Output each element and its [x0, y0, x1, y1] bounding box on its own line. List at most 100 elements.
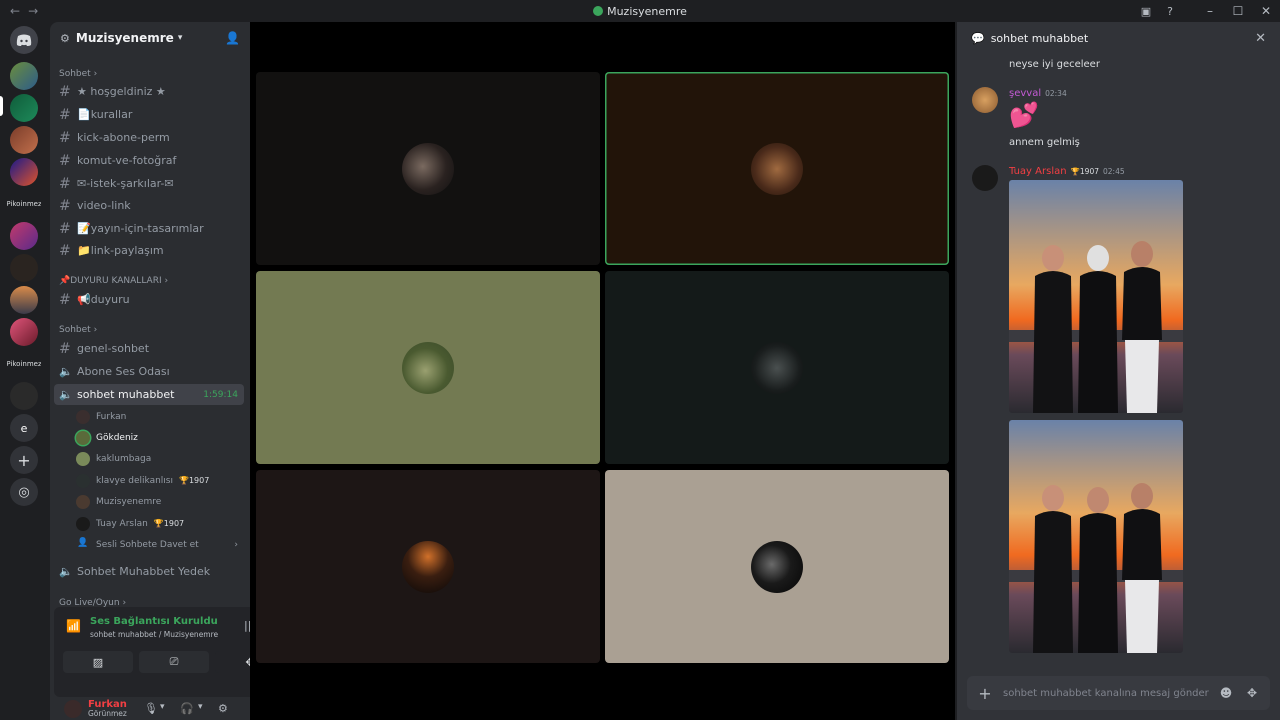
participant-avatar: [751, 142, 803, 195]
category-sohbet-2[interactable]: Sohbet ›: [50, 323, 97, 337]
screen-share-button[interactable]: ⎚: [139, 651, 209, 673]
trophy-badge: 🏆1907: [1070, 167, 1099, 176]
close-window-button[interactable]: ✕: [1252, 4, 1280, 18]
avatar[interactable]: [972, 87, 998, 113]
channel-genel-sohbet[interactable]: # genel-sohbet: [54, 338, 244, 359]
participant-tile[interactable]: [256, 470, 600, 663]
voice-user[interactable]: klavye delikanlısı 🏆1907: [76, 470, 246, 491]
voice-user[interactable]: Muzisyenemre: [76, 491, 246, 512]
camera-button[interactable]: ▨: [63, 651, 133, 673]
channel-link-paylasim[interactable]: # 📁link-paylaşım: [54, 240, 244, 261]
hash-icon: #: [59, 106, 71, 123]
call-timer: 1:59:14: [203, 389, 238, 400]
image-attachment[interactable]: [1009, 420, 1183, 653]
server-icon[interactable]: [10, 382, 38, 410]
headset-icon[interactable]: 🎧: [180, 702, 194, 715]
avatar[interactable]: [972, 165, 998, 191]
chevron-right-icon: ›: [234, 539, 238, 550]
server-name: Muzisyenemre: [75, 31, 174, 45]
avatar: [76, 430, 90, 445]
help-icon[interactable]: ?: [1158, 5, 1182, 18]
hash-icon: #: [59, 197, 71, 214]
server-rail: Pikoinmez Pikoinmez e + ◎: [0, 22, 50, 720]
server-icon[interactable]: [10, 286, 38, 314]
discord-home-icon[interactable]: [10, 26, 38, 54]
user-avatar[interactable]: [64, 700, 82, 718]
channel-duyuru[interactable]: # 📢duyuru: [54, 289, 244, 310]
close-icon[interactable]: ✕: [1255, 31, 1266, 46]
invite-people-icon[interactable]: 👤: [225, 31, 240, 45]
chevron-down-icon[interactable]: ▾: [198, 702, 203, 712]
server-label[interactable]: Pikoinmez: [7, 190, 41, 218]
image-attachment[interactable]: [1009, 180, 1183, 413]
channel-komut-ve-fotograf[interactable]: # komut-ve-fotoğraf: [54, 150, 244, 171]
hash-icon: #: [59, 152, 71, 169]
channel-hosgeldiniz[interactable]: # ★ hoşgeldiniz ★: [54, 81, 244, 102]
minimize-button[interactable]: –: [1196, 4, 1224, 18]
participant-tile[interactable]: [256, 72, 600, 265]
server-icon[interactable]: [10, 62, 38, 90]
message-input[interactable]: [1003, 687, 1213, 699]
settings-gear-icon[interactable]: ⚙: [218, 702, 228, 715]
avatar: [76, 473, 90, 488]
avatar: [76, 451, 90, 466]
discover-compass-icon[interactable]: ◎: [10, 478, 38, 506]
add-attachment-icon[interactable]: +: [967, 684, 1003, 703]
server-label[interactable]: Pikoinmez: [7, 350, 41, 378]
participant-tile[interactable]: [256, 271, 600, 464]
category-duyuru[interactable]: 📌DUYURU KANALLARI ›: [50, 274, 168, 288]
trophy-badge: 🏆1907: [179, 476, 210, 485]
message-composer: + ☻ ✥: [967, 676, 1270, 710]
server-icon-selected[interactable]: [10, 94, 38, 122]
chat-header: 💬 sohbet muhabbet ✕: [957, 22, 1280, 54]
voice-user[interactable]: Furkan: [76, 406, 246, 427]
maximize-button[interactable]: ☐: [1224, 4, 1252, 18]
message-author[interactable]: Tuay Arslan 🏆1907 02:45: [1009, 166, 1125, 177]
back-arrow-icon[interactable]: ←: [10, 4, 20, 18]
voice-channel-yedek[interactable]: 🔈 Sohbet Muhabbet Yedek: [54, 561, 244, 582]
voice-channel-sohbet-muhabbet[interactable]: 🔈 sohbet muhabbet 1:59:14: [54, 384, 244, 405]
voice-channel-abone[interactable]: 🔈 Abone Ses Odası: [54, 361, 244, 382]
chat-bubble-icon: 💬: [971, 31, 985, 45]
category-sohbet[interactable]: Sohbet ›: [50, 67, 97, 81]
participant-avatar: [751, 341, 803, 394]
participant-tile-speaking[interactable]: [605, 72, 949, 265]
message-author[interactable]: şevval 02:34: [1009, 88, 1067, 99]
apps-icon[interactable]: ✥: [1239, 686, 1265, 700]
voice-user[interactable]: Gökdeniz: [76, 427, 246, 448]
add-server-icon[interactable]: +: [10, 446, 38, 474]
avatar: [76, 516, 90, 531]
participant-avatar: [402, 341, 454, 394]
window-title: Muzisyenemre: [0, 5, 1280, 18]
chevron-down-icon[interactable]: ▾: [160, 702, 165, 712]
inbox-icon[interactable]: ▣: [1134, 5, 1158, 18]
server-header[interactable]: ⚙ Muzisyenemre ▾ 👤: [50, 22, 250, 54]
microphone-icon[interactable]: 🎙: [144, 702, 158, 715]
voice-status[interactable]: Ses Bağlantısı Kuruldu: [90, 616, 218, 627]
channel-kick-abone-perm[interactable]: # kick-abone-perm: [54, 127, 244, 148]
forward-arrow-icon[interactable]: →: [28, 4, 38, 18]
message-time: 02:45: [1103, 167, 1125, 176]
server-icon[interactable]: [10, 222, 38, 250]
message-text: neyse iyi geceleer: [1009, 59, 1100, 70]
voice-user[interactable]: Tuay Arslan 🏆1907: [76, 513, 246, 534]
server-e[interactable]: e: [10, 414, 38, 442]
title-bar: ← → Muzisyenemre ▣ ? – ☐ ✕: [0, 0, 1280, 22]
channel-kurallar[interactable]: # 📄kurallar: [54, 104, 244, 125]
message-time: 02:34: [1045, 89, 1067, 98]
server-icon[interactable]: [10, 158, 38, 186]
voice-user[interactable]: kaklumbaga: [76, 448, 246, 469]
invite-to-voice[interactable]: 👤 Sesli Sohbete Davet et ›: [76, 534, 246, 555]
channel-yayin-icin-tasarimlar[interactable]: # 📝yayın-için-tasarımlar: [54, 218, 244, 239]
server-icon[interactable]: [10, 126, 38, 154]
participant-tile[interactable]: [605, 470, 949, 663]
server-icon[interactable]: [10, 254, 38, 282]
window-title-text: Muzisyenemre: [607, 4, 687, 18]
server-icon[interactable]: [10, 318, 38, 346]
channel-istek-sarkilar[interactable]: # ✉-istek-şarkılar-✉: [54, 173, 244, 194]
emoji-icon[interactable]: ☻: [1213, 686, 1239, 700]
channel-video-link[interactable]: # video-link: [54, 195, 244, 216]
participant-tile[interactable]: [605, 271, 949, 464]
hash-icon: #: [59, 291, 71, 308]
participant-avatar: [402, 540, 454, 593]
